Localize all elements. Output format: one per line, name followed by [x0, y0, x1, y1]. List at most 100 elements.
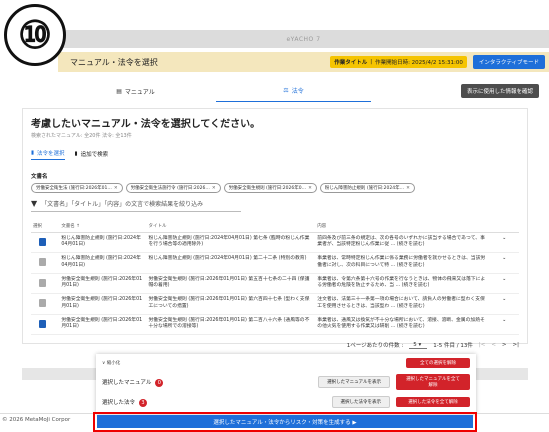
step-number-badge: ⑩	[4, 4, 66, 66]
doc-chip[interactable]: 粉じん障害防止規則 (施行日:2024年… ✕	[319, 183, 415, 193]
close-icon[interactable]: ✕	[212, 186, 216, 191]
col-content: 内容	[315, 220, 490, 233]
selected-law-label: 選択した法令 3	[102, 398, 168, 407]
clear-selected-manual-button[interactable]: 選択したマニュアルを全て解除	[396, 374, 470, 390]
doc-chip-label: 労働安全衛生規則 (施行日:2026年0…	[228, 186, 307, 191]
selected-doc-icon[interactable]	[39, 319, 46, 328]
tab-additional-search-label: 追加で検索	[80, 151, 109, 158]
doc-chip[interactable]: 労働安全衛生法施行令 (施行日:2026… ✕	[125, 183, 221, 193]
result-count: 検索されたマニュアル: 全20件 法令: 全13件	[31, 133, 132, 139]
copyright: © 2026 MetaMoJi Corpor	[2, 417, 71, 423]
clear-all-selection-button[interactable]: 全ての選択を解除	[406, 358, 470, 368]
col-title: タイトル	[146, 220, 316, 233]
row-doc: 労働安全衛生規則 (施行日:2026年01月01日)	[59, 273, 147, 295]
chevron-down-icon[interactable]: ⌄	[489, 252, 519, 274]
col-doc-name[interactable]: 文書名 ↑	[59, 220, 147, 233]
tab-law[interactable]: ⚖ 法令	[216, 80, 371, 102]
filter-icon: ▼	[31, 199, 38, 208]
tab-additional-search[interactable]: ▮ 追加で検索	[75, 149, 109, 160]
page-title: マニュアル・法令を選択	[70, 57, 158, 67]
row-title: 労働安全衛生規則 (施行日:2026年01月01日) 第六百四十七条 (型わく支…	[146, 293, 316, 315]
last-page-icon[interactable]: >|	[513, 342, 519, 348]
card-title: 考慮したいマニュアル・法令を選択してください。	[31, 119, 261, 130]
chevron-down-icon[interactable]: ⌄	[489, 293, 519, 315]
close-icon[interactable]: ✕	[308, 186, 312, 191]
unselected-doc-icon[interactable]	[39, 258, 46, 267]
page-range: 1-5 件目 / 13件	[433, 343, 473, 350]
row-content: 事業者は、令第六条第十六号の作業を行なうときは、物体の飛来又は落下による労働者の…	[315, 273, 490, 295]
doc-chip-list: 労働安全衛生法 (施行日:2026年01… ✕ 労働安全衛生法施行令 (施行日:2…	[31, 183, 519, 193]
row-doc: 粉じん障害防止規則 (施行日:2024年04月01日)	[59, 232, 147, 254]
app-brand: eYACHO 7	[286, 35, 321, 43]
selection-summary-panel: ∨ 縮小化 全ての選択を解除 選択したマニュアル 0 選択したマニュアルを表示 選…	[96, 354, 476, 414]
tab-select-law-label: 法令を選択	[37, 151, 65, 157]
prev-page-icon[interactable]: <	[491, 342, 496, 348]
show-selected-law-button[interactable]: 選択した法令を表示	[331, 396, 390, 408]
app-topbar: eYACHO 7	[58, 30, 549, 48]
search-doc-icon: ▮	[74, 150, 78, 157]
row-doc: 粉じん障害防止規則 (施行日:2024年04月01日)	[59, 252, 147, 274]
row-title: 労働安全衛生規則 (施行日:2026年01月01日) 第二百八十六条 (通風等の…	[146, 314, 316, 336]
doc-chip-label: 労働安全衛生法施行令 (施行日:2026…	[130, 186, 210, 191]
col-select: 選択	[31, 220, 60, 233]
table-row[interactable]: 粉じん障害防止規則 (施行日:2024年04月01日) 粉じん障害防止規則 (施…	[31, 232, 519, 254]
generate-risk-button[interactable]: 選択したマニュアル・法令からリスク・対策を生成する ▶	[97, 415, 473, 428]
per-page-value: 5	[413, 341, 417, 348]
per-page-label: 1ページあたりの件数 :	[346, 343, 404, 350]
task-separator: |	[370, 59, 373, 65]
row-doc: 労働安全衛生規則 (施行日:2026年01月01日)	[59, 293, 147, 315]
chevron-down-icon[interactable]: ⌄	[489, 232, 519, 254]
table-row[interactable]: 粉じん障害防止規則 (施行日:2024年04月01日) 粉じん障害防止規則 (施…	[31, 252, 519, 274]
manual-count-badge: 0	[155, 378, 164, 387]
doc-filter-label: 文書名	[31, 174, 48, 180]
row-title: 粉じん障害防止規則 (施行日:2024年04月01日) 第七条 (臨時の粉じん作…	[146, 232, 316, 254]
per-page-select[interactable]: 5 ▾	[409, 341, 428, 349]
tab-manual[interactable]: ▤ マニュアル	[58, 80, 213, 102]
pagination: 1ページあたりの件数 : 5 ▾ 1-5 件目 / 13件 |< < > >|	[31, 341, 519, 350]
unselected-doc-icon[interactable]	[39, 299, 46, 308]
filter-input[interactable]: 「文書名」「タイトル」「内容」の文言で検索結果を絞り込み	[41, 199, 203, 208]
row-content: 注文者は、法第三十一条第一項の場合において、請負人の労働者に型わく支保工を使用さ…	[315, 293, 490, 315]
close-icon[interactable]: ✕	[114, 186, 118, 191]
scales-icon: ⚖	[283, 87, 289, 94]
chevron-down-icon[interactable]: ⌄	[489, 273, 519, 295]
tab-select-law[interactable]: ▮ 法令を選択	[31, 149, 65, 160]
filter-input-row[interactable]: ▼ 「文書名」「タイトル」「内容」の文言で検索結果を絞り込み	[31, 199, 241, 212]
selected-doc-icon[interactable]	[39, 238, 46, 246]
task-info-chip: 作業タイトル | 作業開始日時: 2025/4/2 15:31:00	[330, 56, 467, 68]
row-title: 粉じん障害防止規則 (施行日:2024年04月01日) 第二十二条 (特別の教育…	[146, 252, 316, 274]
close-icon[interactable]: ✕	[406, 186, 410, 191]
task-start-time: 作業開始日時: 2025/4/2 15:31:00	[375, 60, 463, 66]
table-row[interactable]: 労働安全衛生規則 (施行日:2026年01月01日) 労働安全衛生規則 (施行日…	[31, 293, 519, 315]
method-tabs: ▮ 法令を選択 ▮ 追加で検索	[31, 149, 519, 160]
selected-manual-row: 選択したマニュアル 0 選択したマニュアルを表示 選択したマニュアルを全て解除	[102, 374, 470, 390]
doc-chip[interactable]: 労働安全衛生規則 (施行日:2026年0… ✕	[223, 183, 317, 193]
show-selected-manual-button[interactable]: 選択したマニュアルを表示	[318, 376, 390, 388]
selected-manual-text: 選択したマニュアル	[102, 379, 152, 386]
table-row[interactable]: 労働安全衛生規則 (施行日:2026年01月01日) 労働安全衛生規則 (施行日…	[31, 273, 519, 295]
row-doc: 労働安全衛生規則 (施行日:2026年01月01日)	[59, 314, 147, 336]
task-title-label: 作業タイトル	[334, 60, 368, 66]
clear-selected-law-button[interactable]: 選択した法令を全て解除	[396, 397, 470, 407]
doc-chip[interactable]: 労働安全衛生法 (施行日:2026年01… ✕	[31, 183, 123, 193]
doc-chip-label: 粉じん障害防止規則 (施行日:2024年…	[324, 186, 405, 191]
first-page-icon[interactable]: |<	[479, 342, 485, 348]
col-expand	[489, 220, 519, 233]
table-row[interactable]: 労働安全衛生規則 (施行日:2026年01月01日) 労働安全衛生規則 (施行日…	[31, 314, 519, 336]
selection-card: 考慮したいマニュアル・法令を選択してください。 検索されたマニュアル: 全20件…	[22, 108, 528, 349]
doc-chip-label: 労働安全衛生法 (施行日:2026年01…	[36, 186, 112, 191]
chevron-down-icon[interactable]: ⌄	[489, 314, 519, 336]
law-count-badge: 3	[139, 398, 148, 407]
row-title: 労働安全衛生規則 (施行日:2026年01月01日) 第五百十七条の二十四 (保…	[146, 273, 316, 295]
show-used-info-button[interactable]: 表示に使用した情報を確認	[460, 84, 539, 98]
next-page-icon[interactable]: >	[502, 342, 507, 348]
unselected-doc-icon[interactable]	[39, 278, 46, 287]
selected-law-text: 選択した法令	[102, 399, 136, 406]
collapse-toggle[interactable]: ∨ 縮小化	[102, 360, 120, 366]
background-strip	[22, 368, 96, 380]
interactive-mode-button[interactable]: インタラクティブモード	[472, 55, 545, 69]
row-content: 事業者は、通風又は換気が不十分な場所において、溶接、溶断、金属の加熱その他火気を…	[315, 314, 490, 336]
tab-manual-label: マニュアル	[124, 88, 155, 96]
row-content: 前四条及び前三条の規定は、次の各号のいずれかに該当する場合であつて、事業者が、当…	[315, 232, 490, 254]
table-header-row: 選択 文書名 ↑ タイトル 内容	[31, 220, 519, 233]
